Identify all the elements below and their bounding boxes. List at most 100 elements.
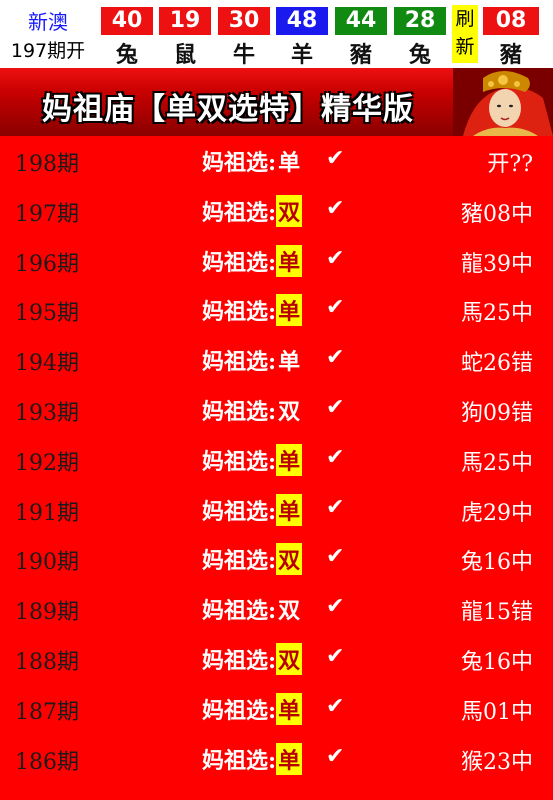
- pick-label: 妈祖选:: [202, 398, 277, 425]
- check-icon: ✔: [326, 345, 345, 371]
- pick-value: 单: [276, 443, 303, 476]
- pick-label: 妈祖选:: [202, 647, 277, 674]
- pick-value: 单: [276, 244, 303, 277]
- result-text: 兔16中: [461, 550, 533, 576]
- period-number: 196期: [15, 251, 79, 277]
- banner-title: 妈祖庙【单双选特】精华版: [42, 92, 414, 127]
- list-item: 195期 妈祖选:单 ✔ 馬25中: [0, 285, 553, 335]
- pick-label: 妈祖选:: [202, 498, 277, 525]
- refresh-char: 新: [455, 36, 475, 58]
- result-text: 豬08中: [461, 201, 533, 227]
- pick-label: 妈祖选:: [202, 747, 277, 774]
- pick-value: 双: [276, 194, 303, 227]
- result-text: 龍15错: [461, 600, 533, 626]
- period-number: 189期: [15, 600, 79, 626]
- check-icon: ✔: [326, 494, 345, 520]
- ball-zodiac: 牛: [232, 43, 255, 68]
- result-text: 猴23中: [461, 749, 533, 775]
- pick-label: 妈祖选:: [202, 448, 277, 475]
- pick-label: 妈祖选:: [202, 299, 277, 326]
- period-number: 198期: [15, 152, 79, 177]
- pick-value: 单: [276, 692, 303, 725]
- pick-value: 单: [276, 742, 303, 775]
- ball-number: 30: [218, 7, 270, 35]
- pick-value: 双: [278, 598, 301, 625]
- pick-label: 妈祖选:: [202, 249, 277, 276]
- list-item: 189期 妈祖选:双 ✔ 龍15错: [0, 584, 553, 634]
- pick-text: 妈祖选:双: [202, 394, 302, 426]
- period-number: 187期: [15, 699, 79, 725]
- pick-text: 妈祖选:单: [202, 692, 303, 725]
- banner: 妈祖庙【单双选特】精华版: [0, 68, 553, 136]
- pick-text: 妈祖选:单: [202, 294, 303, 327]
- ball-zodiac: 鼠: [173, 43, 196, 68]
- list-item: 191期 妈祖选:单 ✔ 虎29中: [0, 485, 553, 535]
- result-text: 馬01中: [461, 699, 533, 725]
- result-text: 馬25中: [461, 301, 533, 327]
- result-text: 龍39中: [461, 251, 533, 277]
- pick-text: 妈祖选:双: [202, 194, 303, 227]
- ball-zodiac: 豬: [349, 43, 372, 68]
- ball-zodiac: 羊: [290, 43, 313, 68]
- result-text: 开??: [487, 152, 533, 177]
- pick-text: 妈祖选:单: [202, 742, 303, 775]
- pick-text: 妈祖选:单: [202, 244, 303, 277]
- list-item: 186期 妈祖选:单 ✔ 猴23中: [0, 734, 553, 784]
- pick-value: 单: [276, 294, 303, 327]
- period-number: 194期: [15, 351, 79, 377]
- prediction-list: 198期 妈祖选:单 ✔ 开?? 197期 妈祖选:双 ✔ 豬08中 196期 …: [0, 136, 553, 783]
- check-icon: ✔: [326, 444, 345, 470]
- check-icon: ✔: [326, 394, 345, 420]
- pick-value: 单: [278, 349, 301, 376]
- pick-text: 妈祖选:双: [202, 593, 302, 625]
- period-number: 191期: [15, 500, 79, 526]
- pick-text: 妈祖选:单: [202, 344, 302, 376]
- check-icon: ✔: [326, 245, 345, 271]
- period-number: 195期: [15, 301, 79, 327]
- period-label: 197期开: [10, 40, 86, 62]
- pick-text: 妈祖选:双: [202, 543, 303, 576]
- ball-number: 44: [335, 7, 387, 35]
- list-item: 188期 妈祖选:双 ✔ 兔16中: [0, 634, 553, 684]
- period-number: 188期: [15, 649, 79, 675]
- mazu-deity-image: [453, 68, 553, 136]
- list-item: 197期 妈祖选:双 ✔ 豬08中: [0, 186, 553, 236]
- pick-text: 妈祖选:单: [202, 493, 303, 526]
- pick-label: 妈祖选:: [202, 349, 277, 376]
- pick-value: 单: [278, 150, 301, 176]
- check-icon: ✔: [326, 295, 345, 321]
- pick-label: 妈祖选:: [202, 199, 277, 226]
- refresh-button[interactable]: 刷 新: [452, 5, 478, 63]
- pick-value: 单: [276, 493, 303, 526]
- ball-number: 48: [276, 7, 328, 35]
- pick-value: 双: [278, 398, 301, 425]
- special-ball-number: 08: [483, 7, 539, 35]
- check-icon: ✔: [326, 743, 345, 769]
- list-item: 198期 妈祖选:单 ✔ 开??: [0, 136, 553, 186]
- list-item: 193期 妈祖选:双 ✔ 狗09错: [0, 385, 553, 435]
- result-text: 蛇26错: [461, 351, 533, 377]
- list-item: 192期 妈祖选:单 ✔ 馬25中: [0, 435, 553, 485]
- check-icon: ✔: [326, 693, 345, 719]
- check-icon: ✔: [326, 544, 345, 570]
- pick-text: 妈祖选:单: [202, 443, 303, 476]
- pick-text: 妈祖选:双: [202, 642, 303, 675]
- check-icon: ✔: [326, 146, 345, 171]
- period-number: 186期: [15, 749, 79, 775]
- check-icon: ✔: [326, 594, 345, 620]
- list-item: 187期 妈祖选:单 ✔ 馬01中: [0, 684, 553, 734]
- ball-number: 28: [394, 7, 446, 35]
- list-item: 194期 妈祖选:单 ✔ 蛇26错: [0, 335, 553, 385]
- ball-zodiac: 兔: [408, 43, 431, 68]
- pick-label: 妈祖选:: [202, 150, 277, 176]
- period-number: 197期: [15, 201, 79, 227]
- result-text: 虎29中: [461, 500, 533, 526]
- check-icon: ✔: [326, 195, 345, 221]
- pick-label: 妈祖选:: [202, 598, 277, 625]
- result-text: 狗09错: [461, 400, 533, 426]
- list-item: 190期 妈祖选:双 ✔ 兔16中: [0, 534, 553, 584]
- period-number: 193期: [15, 400, 79, 426]
- refresh-char: 刷: [455, 8, 475, 30]
- results-header: 新澳 197期开 40 兔 19 鼠 30 牛 48 羊 44 豬 28 兔 刷…: [0, 0, 553, 68]
- special-ball-zodiac: 豬: [499, 43, 522, 68]
